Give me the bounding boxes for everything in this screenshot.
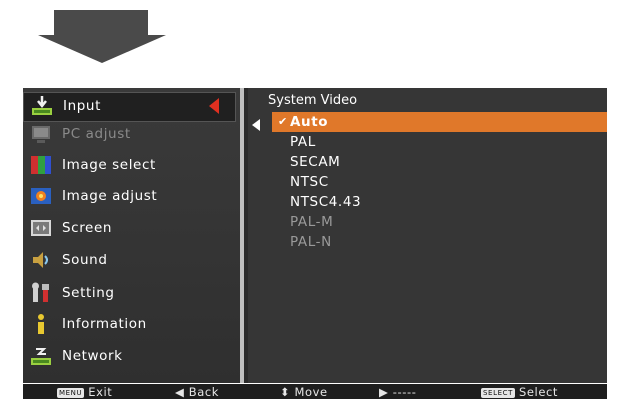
network-icon [30, 345, 52, 367]
main-menu-panel: Input PC adjust Image select Image adjus… [23, 88, 244, 383]
menu-item-label: Sound [62, 252, 108, 268]
back-hint: ◀ Back [175, 385, 220, 399]
option-pal-n[interactable]: PAL-N [248, 232, 607, 252]
menu-item-image-adjust[interactable]: Image adjust [23, 183, 237, 211]
option-pal-m[interactable]: PAL-M [248, 212, 607, 232]
submenu-title: System Video [268, 93, 358, 108]
menu-item-sound[interactable]: Sound [23, 247, 237, 275]
select-label: Select [518, 385, 559, 399]
selection-arrow-icon [209, 98, 219, 114]
option-pal[interactable]: PAL [248, 132, 607, 152]
option-ntsc443[interactable]: NTSC4.43 [248, 192, 607, 212]
menu-item-network[interactable]: Network [23, 343, 237, 371]
menu-item-input[interactable]: Input [23, 92, 236, 122]
menu-item-information[interactable]: Information [23, 311, 237, 339]
menu-item-screen[interactable]: Screen [23, 215, 237, 243]
option-secam[interactable]: SECAM [248, 152, 607, 172]
move-hint: ⬍ Move [280, 385, 328, 399]
information-icon [30, 313, 52, 335]
option-label: NTSC [290, 174, 329, 190]
menu-item-label: Screen [62, 220, 113, 236]
image-adjust-icon [30, 185, 52, 207]
menu-item-label: Image adjust [62, 188, 158, 204]
option-label: Auto [290, 114, 329, 130]
status-bar: MENU Exit ◀ Back ⬍ Move ▶ ----- SELECT Sel… [23, 384, 607, 399]
menu-item-label: Setting [62, 285, 115, 301]
pc-adjust-icon [30, 123, 52, 145]
menu-item-setting[interactable]: Setting [23, 280, 237, 308]
menu-key-icon: MENU [57, 388, 85, 398]
sound-icon [30, 249, 52, 271]
option-label: PAL [290, 134, 316, 150]
down-arrow-shaft [54, 10, 148, 35]
panel-divider [240, 88, 244, 383]
menu-item-label: PC adjust [62, 126, 131, 142]
option-label: NTSC4.43 [290, 194, 362, 210]
down-arrow-icon [38, 35, 166, 63]
option-list: ✔ Auto PAL SECAM NTSC NTSC4.43 PAL-M PAL… [248, 112, 607, 252]
select-key-icon: SELECT [481, 388, 515, 398]
menu-item-label: Input [63, 98, 101, 114]
option-auto[interactable]: ✔ Auto [272, 112, 607, 132]
option-label: SECAM [290, 154, 341, 170]
option-ntsc[interactable]: NTSC [248, 172, 607, 192]
menu-item-image-select[interactable]: Image select [23, 152, 237, 180]
back-arrow-icon [252, 119, 260, 131]
submenu-panel: System Video ✔ Auto PAL SECAM NTSC NTSC4… [248, 88, 607, 383]
screen-icon [30, 217, 52, 239]
check-icon: ✔ [278, 115, 288, 128]
projector-osd-menu: Input PC adjust Image select Image adjus… [23, 88, 607, 383]
exit-hint: MENU Exit [57, 385, 112, 399]
image-select-icon [30, 154, 52, 176]
next-hint: ▶ ----- [379, 385, 417, 399]
menu-item-label: Information [62, 316, 147, 332]
input-icon [31, 95, 53, 117]
select-hint: SELECT Select [481, 385, 558, 399]
menu-item-label: Network [62, 348, 123, 364]
menu-item-pc-adjust[interactable]: PC adjust [23, 121, 237, 149]
menu-item-label: Image select [62, 157, 156, 173]
option-label: PAL-M [290, 214, 334, 230]
exit-label: Exit [88, 385, 113, 399]
setting-icon [30, 282, 52, 304]
option-label: PAL-N [290, 234, 332, 250]
